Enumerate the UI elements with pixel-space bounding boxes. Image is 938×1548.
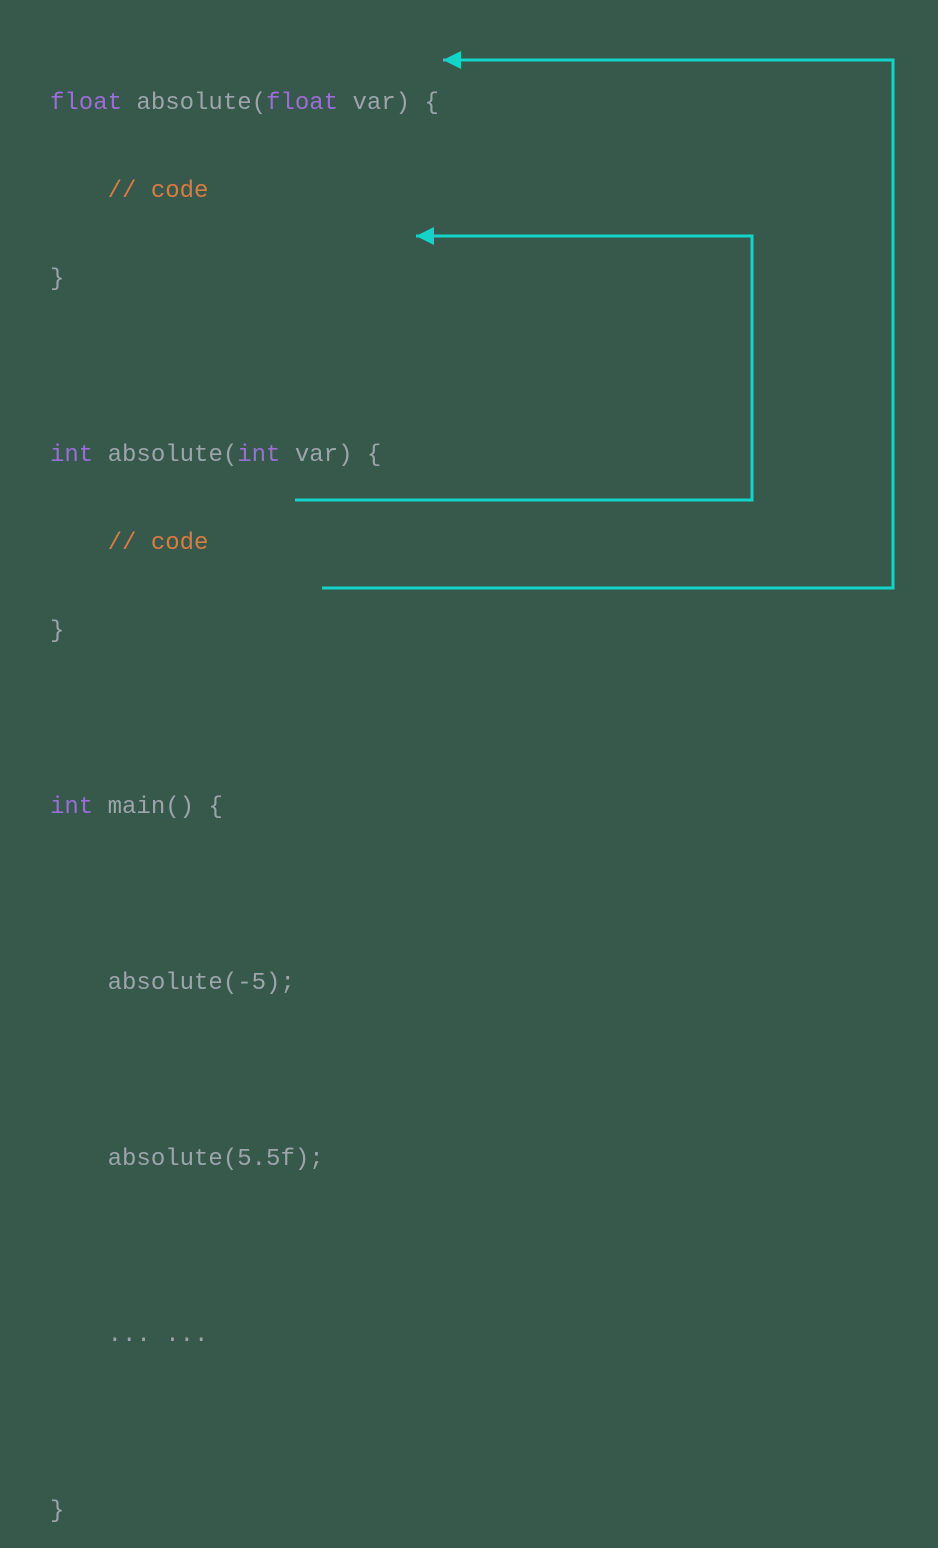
arg-int: -5 bbox=[237, 970, 266, 997]
code-line-6: // code bbox=[50, 522, 439, 566]
call-absolute-float: absolute( bbox=[108, 1146, 238, 1173]
code-line-blank bbox=[50, 698, 439, 742]
code-line-11: absolute(-5); bbox=[50, 962, 439, 1006]
comment: // code bbox=[108, 530, 209, 557]
code-line-blank bbox=[50, 346, 439, 390]
code-line-5: int absolute(int var) { bbox=[50, 434, 439, 478]
code-line-blank bbox=[50, 1226, 439, 1270]
code-line-9: int main() { bbox=[50, 786, 439, 830]
comment: // code bbox=[108, 178, 209, 205]
arrow-float-head bbox=[443, 51, 461, 69]
func-name-absolute-float: absolute( bbox=[136, 90, 266, 117]
keyword-int-param: int bbox=[237, 442, 280, 469]
code-line-2: // code bbox=[50, 170, 439, 214]
func-name-absolute-int: absolute( bbox=[108, 442, 238, 469]
call-absolute-int: absolute( bbox=[108, 970, 238, 997]
code-line-15: ... ... bbox=[50, 1314, 439, 1358]
code-line-blank bbox=[50, 1050, 439, 1094]
keyword-float: float bbox=[50, 90, 122, 117]
code-line-3: } bbox=[50, 258, 439, 302]
func-name-main: main() { bbox=[108, 794, 223, 821]
code-line-blank bbox=[50, 1402, 439, 1446]
code-line-blank bbox=[50, 874, 439, 918]
ellipsis: ... ... bbox=[108, 1322, 209, 1349]
keyword-float-param: float bbox=[266, 90, 338, 117]
arg-float: 5.5f bbox=[237, 1146, 295, 1173]
code-line-7: } bbox=[50, 610, 439, 654]
code-line-13: absolute(5.5f); bbox=[50, 1138, 439, 1182]
keyword-int-main: int bbox=[50, 794, 93, 821]
code-block: float absolute(float var) { // code } in… bbox=[50, 38, 439, 1548]
code-line-17: } bbox=[50, 1490, 439, 1534]
code-line-1: float absolute(float var) { bbox=[50, 82, 439, 126]
keyword-int: int bbox=[50, 442, 93, 469]
